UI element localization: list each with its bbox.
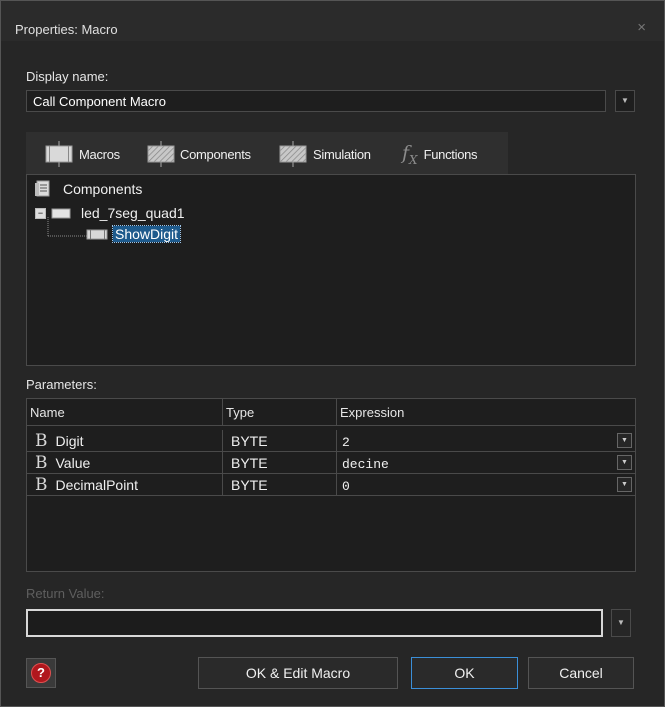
param-expression-cell[interactable]: decine ▼ [337,452,635,474]
tab-simulation[interactable]: Simulation [278,140,371,168]
param-name: Value [55,454,91,471]
return-value-field[interactable] [26,609,603,637]
display-name-label: Display name: [26,69,109,84]
display-name-dropdown-button[interactable]: ▼ [615,90,635,112]
properties-dialog: Properties: Macro × Display name: Call C… [0,0,665,707]
help-button[interactable]: ? [26,658,56,688]
display-name-field[interactable]: Call Component Macro [26,90,606,112]
title-bar: Properties: Macro × [1,1,664,41]
byte-type-icon: B [35,452,48,473]
tree-root[interactable]: Components [35,180,142,197]
tree-leaf-showdigit[interactable]: ShowDigit [85,225,182,243]
param-name-cell: B Digit [27,430,223,452]
param-name: Digit [55,432,84,449]
table-header: Name Type Expression [27,399,635,427]
param-expression-cell[interactable]: 2 ▼ [337,430,635,452]
param-type: BYTE [223,430,337,452]
table-row: B Digit BYTE 2 ▼ [27,430,635,452]
simulation-block-icon [279,141,307,167]
param-expression: 0 [342,479,350,494]
close-icon[interactable]: × [637,19,646,36]
byte-type-icon: B [35,430,48,451]
expression-dropdown-button[interactable]: ▼ [617,433,632,448]
tab-macros[interactable]: Macros [44,140,120,168]
tree-leaf-label: ShowDigit [111,225,182,243]
macro-block-icon [45,141,73,167]
help-icon: ? [31,663,51,683]
tab-bar: Macros Components Simulation fX Function… [26,132,508,174]
column-header-expression[interactable]: Expression [337,399,635,426]
tree-root-label: Components [63,180,143,197]
ok-edit-macro-button[interactable]: OK & Edit Macro [198,657,398,689]
parameters-table: Name Type Expression B Digit BYTE 2 ▼ B … [26,398,636,572]
ok-button[interactable]: OK [411,657,518,689]
tab-components-label: Components [180,146,251,162]
component-folder-icon [51,208,71,219]
window-title: Properties: Macro [15,22,118,37]
parameters-label: Parameters: [26,377,97,392]
tree-node-led[interactable]: − led_7seg_quad1 [35,205,185,221]
cancel-button[interactable]: Cancel [528,657,634,689]
tab-simulation-label: Simulation [313,146,371,162]
param-name-cell: B DecimalPoint [27,474,223,496]
column-header-name[interactable]: Name [27,399,223,426]
param-type: BYTE [223,452,337,474]
tab-components[interactable]: Components [146,140,251,168]
param-expression: 2 [342,435,350,450]
expression-dropdown-button[interactable]: ▼ [617,477,632,492]
component-tree[interactable]: Components − led_7seg_quad1 ShowDigit [26,174,636,366]
tree-node-led-label: led_7seg_quad1 [81,205,185,221]
byte-type-icon: B [35,474,48,495]
param-type: BYTE [223,474,337,496]
param-expression-cell[interactable]: 0 ▼ [337,474,635,496]
expression-dropdown-button[interactable]: ▼ [617,455,632,470]
table-row: B Value BYTE decine ▼ [27,452,635,474]
component-block-icon [147,141,175,167]
tab-functions-label: Functions [423,146,478,162]
return-value-label: Return Value: [26,586,105,601]
fx-icon: fX [402,141,418,167]
tab-macros-label: Macros [79,146,120,162]
macro-leaf-icon [86,229,108,240]
param-name: DecimalPoint [55,476,138,493]
column-header-type[interactable]: Type [223,399,337,426]
document-icon [35,180,50,197]
return-value-dropdown-button[interactable]: ▼ [611,609,631,637]
param-name-cell: B Value [27,452,223,474]
param-expression: decine [342,457,389,472]
tab-functions[interactable]: fX Functions [402,140,478,168]
collapse-icon[interactable]: − [35,207,46,219]
table-row: B DecimalPoint BYTE 0 ▼ [27,474,635,496]
